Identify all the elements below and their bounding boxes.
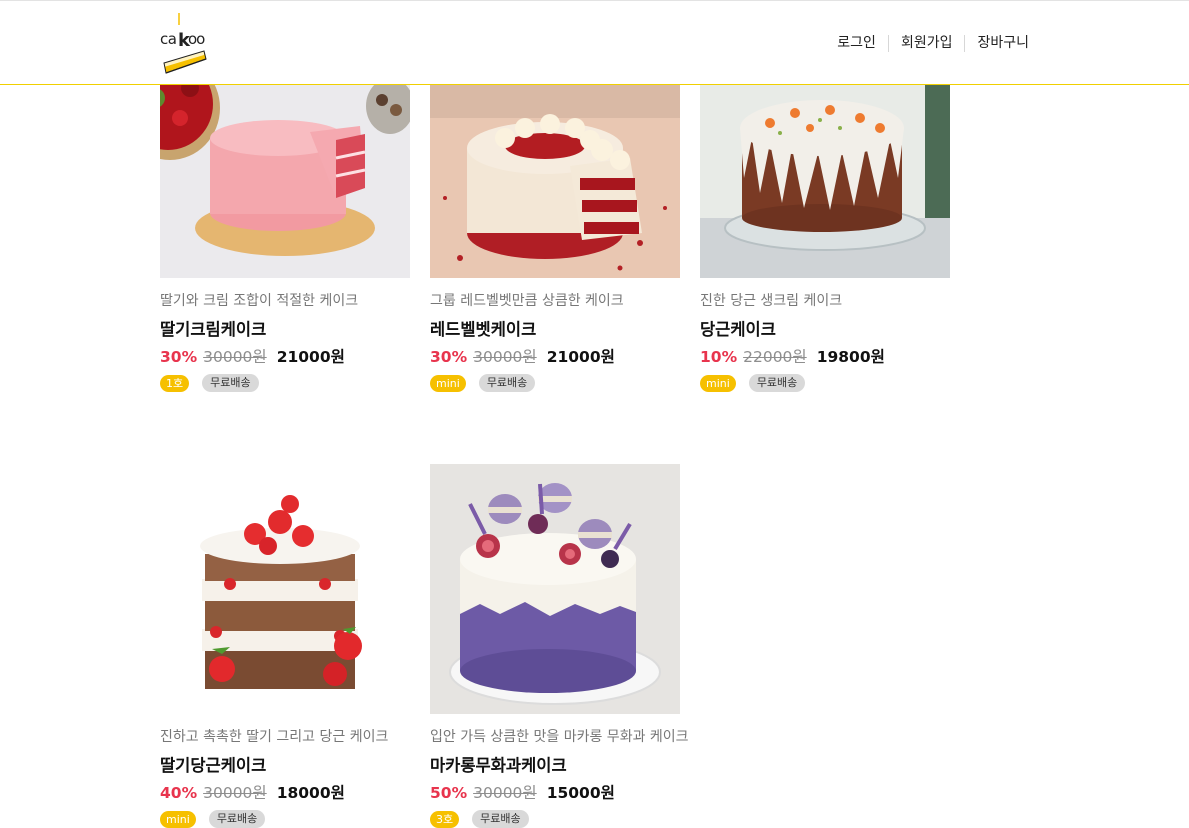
size-badge: mini [160, 810, 196, 828]
svg-text:oo: oo [188, 30, 205, 48]
product-name[interactable]: 레드벨벳케이크 [430, 320, 680, 340]
size-badge: mini [700, 374, 736, 392]
sale-price: 15000원 [546, 784, 615, 802]
discount-rate: 30% [430, 348, 468, 366]
discount-rate: 30% [160, 348, 198, 366]
product-name[interactable]: 딸기당근케이크 [160, 756, 410, 776]
product-description: 딸기와 크림 조합이 적절한 케이크 [160, 293, 359, 309]
product-tags: mini 무료배송 [700, 374, 950, 392]
product-description: 입안 가득 상큼한 맛을 마카롱 무화과 케이크 [430, 729, 689, 745]
original-price: 22000원 [743, 348, 807, 366]
discount-rate: 10% [700, 348, 738, 366]
sale-price: 21000원 [546, 348, 615, 366]
original-price: 30000원 [203, 784, 267, 802]
product-price: 40% 30000원 18000원 [160, 784, 410, 802]
product-price: 30% 30000원 21000원 [430, 348, 680, 366]
free-shipping-badge: 무료배송 [472, 810, 529, 828]
signup-link[interactable]: 회원가입 [889, 34, 965, 52]
product-name[interactable]: 딸기크림케이크 [160, 320, 410, 340]
product-price: 30% 30000원 21000원 [160, 348, 410, 366]
product-name[interactable]: 마카롱무화과케이크 [430, 756, 680, 776]
product-tags: mini 무료배송 [430, 374, 680, 392]
size-badge: mini [430, 374, 466, 392]
site-header: ca k oo 로그인 회원가입 장바구니 [0, 0, 1189, 85]
cakoo-logo[interactable]: ca k oo [160, 11, 208, 75]
product-description: 그룹 레드벨벳만큼 상큼한 케이크 [430, 293, 624, 309]
original-price: 30000원 [473, 348, 537, 366]
product-card[interactable]: 진하고 촉촉한 딸기 그리고 당근 케이크 딸기당근케이크 40% 30000원 1… [160, 464, 410, 828]
top-nav: 로그인 회원가입 장바구니 [825, 34, 1029, 52]
product-name[interactable]: 당근케이크 [700, 320, 950, 340]
original-price: 30000원 [203, 348, 267, 366]
product-price: 10% 22000원 19800원 [700, 348, 950, 366]
product-description: 진한 당근 생크림 케이크 [700, 293, 843, 309]
product-price: 50% 30000원 15000원 [430, 784, 680, 802]
free-shipping-badge: 무료배송 [202, 374, 259, 392]
size-badge: 1호 [160, 374, 190, 392]
sale-price: 21000원 [276, 348, 345, 366]
original-price: 30000원 [473, 784, 537, 802]
free-shipping-badge: 무료배송 [208, 810, 266, 828]
discount-rate: 50% [430, 784, 468, 802]
svg-text:ca: ca [160, 30, 176, 48]
size-badge: 3호 [430, 810, 460, 828]
free-shipping-badge: 무료배송 [748, 374, 806, 392]
free-shipping-badge: 무료배송 [478, 374, 536, 392]
product-image-macaron-fig-cake[interactable] [430, 464, 680, 714]
product-tags: mini 무료배송 [160, 810, 410, 828]
cart-link[interactable]: 장바구니 [965, 34, 1029, 52]
product-image-strawberry-carrot-cake[interactable] [160, 464, 410, 714]
sale-price: 18000원 [276, 784, 345, 802]
product-tags: 3호 무료배송 [430, 810, 680, 828]
product-description: 진하고 촉촉한 딸기 그리고 당근 케이크 [160, 729, 389, 745]
product-card[interactable]: 입안 가득 상큼한 맛을 마카롱 무화과 케이크 마카롱무화과케이크 50% 30… [430, 464, 689, 828]
discount-rate: 40% [160, 784, 198, 802]
sale-price: 19800원 [816, 348, 885, 366]
login-link[interactable]: 로그인 [825, 34, 888, 52]
product-tags: 1호 무료배송 [160, 374, 410, 392]
